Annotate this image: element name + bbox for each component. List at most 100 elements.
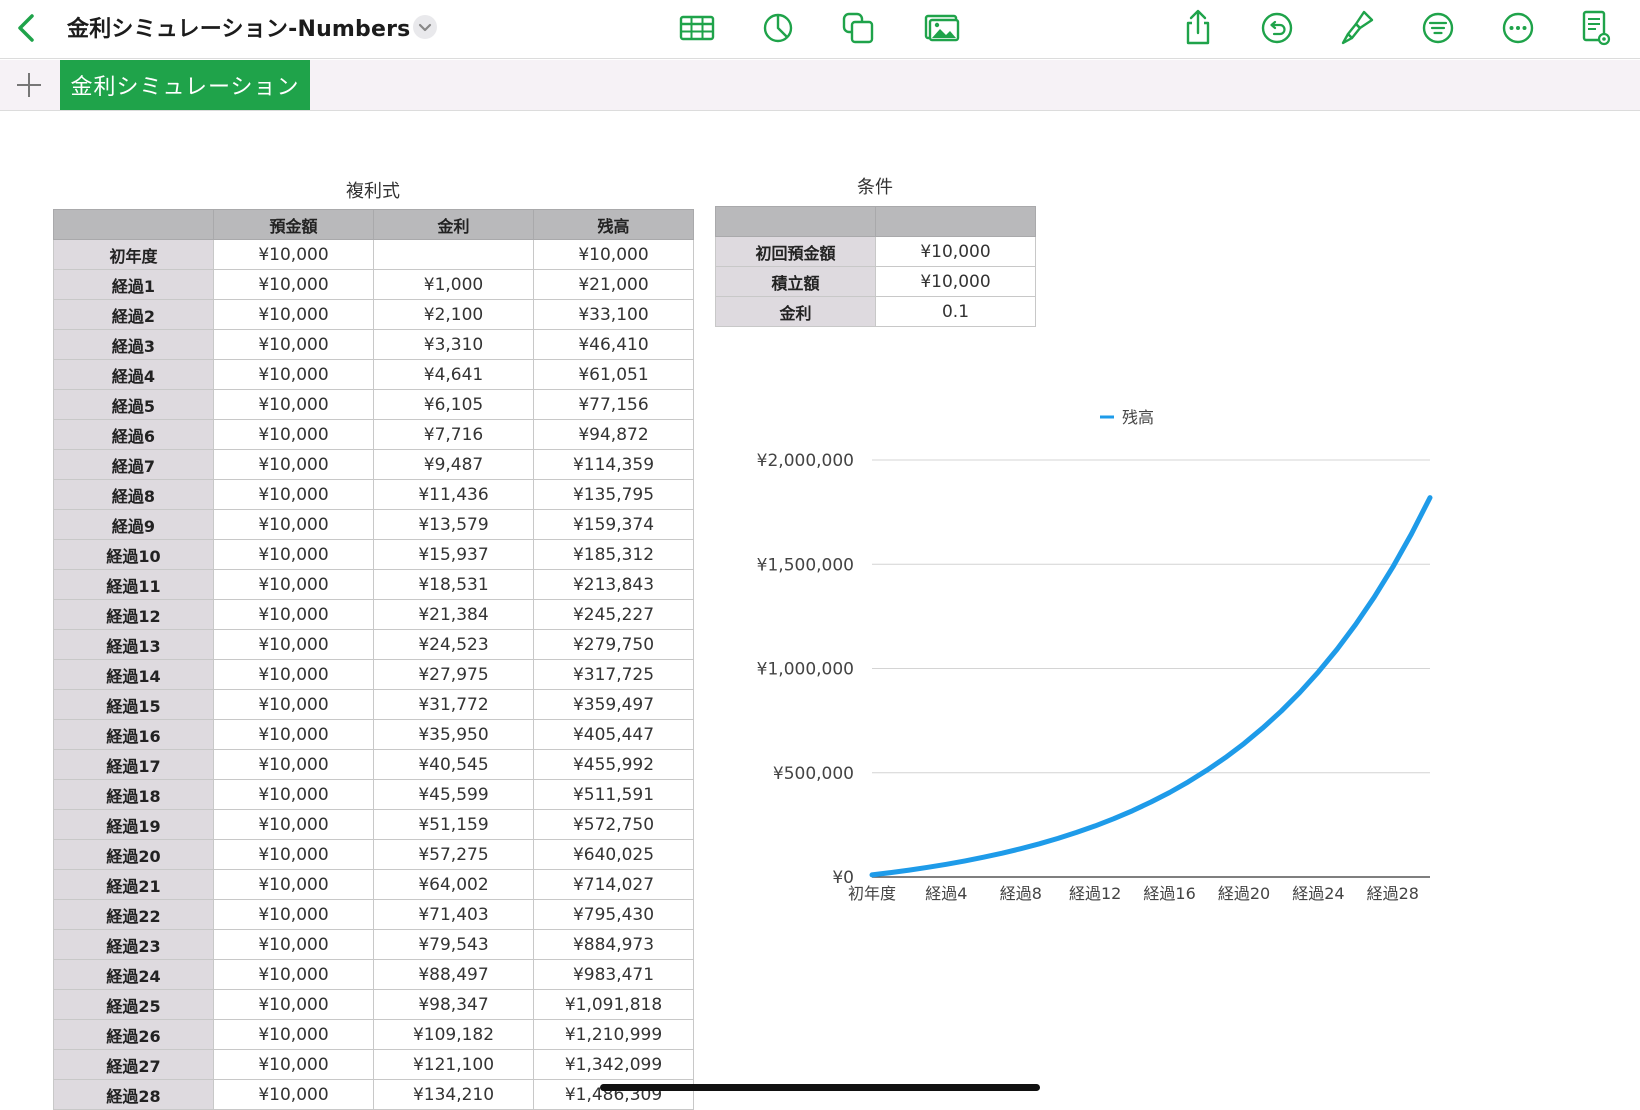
balance-cell[interactable]: ¥94,872 (533, 419, 694, 450)
interest-cell[interactable]: ¥98,347 (373, 989, 534, 1020)
balance-cell[interactable]: ¥77,156 (533, 389, 694, 420)
interest-cell[interactable]: ¥9,487 (373, 449, 534, 480)
deposit-cell[interactable]: ¥10,000 (213, 539, 374, 570)
interest-cell[interactable]: ¥24,523 (373, 629, 534, 660)
interest-cell[interactable]: ¥88,497 (373, 959, 534, 990)
deposit-cell[interactable]: ¥10,000 (213, 299, 374, 330)
balance-cell[interactable]: ¥185,312 (533, 539, 694, 570)
deposit-cell[interactable]: ¥10,000 (213, 269, 374, 300)
header-cell[interactable] (715, 206, 876, 237)
deposit-cell[interactable]: ¥10,000 (213, 509, 374, 540)
row-label-cell[interactable]: 経過15 (53, 689, 214, 720)
row-label-cell[interactable]: 経過10 (53, 539, 214, 570)
row-label-cell[interactable]: 経過21 (53, 869, 214, 900)
deposit-cell[interactable]: ¥10,000 (213, 899, 374, 930)
chart-icon[interactable] (758, 8, 798, 48)
balance-cell[interactable]: ¥10,000 (533, 239, 694, 270)
interest-cell[interactable]: ¥64,002 (373, 869, 534, 900)
balance-cell[interactable]: ¥455,992 (533, 749, 694, 780)
row-label-cell[interactable]: 経過3 (53, 329, 214, 360)
condition-label-cell[interactable]: 金利 (715, 296, 876, 327)
balance-cell[interactable]: ¥33,100 (533, 299, 694, 330)
interest-cell[interactable]: ¥45,599 (373, 779, 534, 810)
row-label-cell[interactable]: 経過2 (53, 299, 214, 330)
row-label-cell[interactable]: 経過12 (53, 599, 214, 630)
share-icon[interactable] (1178, 8, 1218, 48)
row-label-cell[interactable]: 経過26 (53, 1019, 214, 1050)
row-label-cell[interactable]: 経過17 (53, 749, 214, 780)
row-label-cell[interactable]: 経過20 (53, 839, 214, 870)
deposit-cell[interactable]: ¥10,000 (213, 449, 374, 480)
row-label-cell[interactable]: 経過23 (53, 929, 214, 960)
interest-cell[interactable]: ¥1,000 (373, 269, 534, 300)
shape-icon[interactable] (838, 8, 878, 48)
sheet-tab-active[interactable]: 金利シミュレーション (60, 60, 310, 110)
interest-cell[interactable]: ¥13,579 (373, 509, 534, 540)
interest-cell[interactable]: ¥40,545 (373, 749, 534, 780)
more-icon[interactable] (1498, 8, 1538, 48)
balance-cell[interactable]: ¥114,359 (533, 449, 694, 480)
balance-cell[interactable]: ¥359,497 (533, 689, 694, 720)
interest-cell[interactable]: ¥6,105 (373, 389, 534, 420)
interest-cell[interactable]: ¥57,275 (373, 839, 534, 870)
interest-cell[interactable]: ¥27,975 (373, 659, 534, 690)
balance-cell[interactable]: ¥1,091,818 (533, 989, 694, 1020)
interest-cell[interactable]: ¥109,182 (373, 1019, 534, 1050)
back-chevron-icon[interactable] (12, 10, 42, 46)
media-icon[interactable] (922, 8, 962, 48)
balance-cell[interactable]: ¥714,027 (533, 869, 694, 900)
balance-cell[interactable]: ¥317,725 (533, 659, 694, 690)
header-corner-cell[interactable] (53, 209, 214, 240)
balance-cell[interactable]: ¥1,342,099 (533, 1049, 694, 1080)
row-label-cell[interactable]: 初年度 (53, 239, 214, 270)
header-balance[interactable]: 残高 (533, 209, 694, 240)
interest-cell[interactable]: ¥79,543 (373, 929, 534, 960)
deposit-cell[interactable]: ¥10,000 (213, 419, 374, 450)
deposit-cell[interactable]: ¥10,000 (213, 1079, 374, 1110)
deposit-cell[interactable]: ¥10,000 (213, 689, 374, 720)
deposit-cell[interactable]: ¥10,000 (213, 599, 374, 630)
condition-label-cell[interactable]: 初回預金額 (715, 236, 876, 267)
condition-value-cell[interactable]: ¥10,000 (875, 236, 1036, 267)
deposit-cell[interactable]: ¥10,000 (213, 389, 374, 420)
interest-cell[interactable]: ¥7,716 (373, 419, 534, 450)
balance-line-chart[interactable]: ¥0 ¥500,000 ¥1,000,000 ¥1,500,000 ¥2,000,000… (740, 395, 1440, 915)
interest-cell[interactable]: ¥11,436 (373, 479, 534, 510)
interest-cell[interactable]: ¥121,100 (373, 1049, 534, 1080)
row-label-cell[interactable]: 経過13 (53, 629, 214, 660)
deposit-cell[interactable]: ¥10,000 (213, 239, 374, 270)
interest-cell[interactable]: ¥15,937 (373, 539, 534, 570)
balance-cell[interactable]: ¥640,025 (533, 839, 694, 870)
condition-label-cell[interactable]: 積立額 (715, 266, 876, 297)
row-label-cell[interactable]: 経過4 (53, 359, 214, 390)
balance-cell[interactable]: ¥1,210,999 (533, 1019, 694, 1050)
table-icon[interactable] (677, 8, 717, 48)
balance-cell[interactable]: ¥213,843 (533, 569, 694, 600)
document-setup-icon[interactable] (1576, 8, 1616, 48)
deposit-cell[interactable]: ¥10,000 (213, 749, 374, 780)
interest-cell[interactable]: ¥134,210 (373, 1079, 534, 1110)
balance-cell[interactable]: ¥983,471 (533, 959, 694, 990)
balance-cell[interactable]: ¥511,591 (533, 779, 694, 810)
row-label-cell[interactable]: 経過14 (53, 659, 214, 690)
row-label-cell[interactable]: 経過9 (53, 509, 214, 540)
interest-cell[interactable]: ¥71,403 (373, 899, 534, 930)
format-brush-icon[interactable] (1338, 8, 1378, 48)
row-label-cell[interactable]: 経過18 (53, 779, 214, 810)
row-label-cell[interactable]: 経過19 (53, 809, 214, 840)
deposit-cell[interactable]: ¥10,000 (213, 809, 374, 840)
deposit-cell[interactable]: ¥10,000 (213, 569, 374, 600)
interest-cell[interactable]: ¥35,950 (373, 719, 534, 750)
deposit-cell[interactable]: ¥10,000 (213, 989, 374, 1020)
header-deposit[interactable]: 預金額 (213, 209, 374, 240)
undo-icon[interactable] (1257, 8, 1297, 48)
interest-cell[interactable]: ¥4,641 (373, 359, 534, 390)
deposit-cell[interactable]: ¥10,000 (213, 869, 374, 900)
balance-cell[interactable]: ¥159,374 (533, 509, 694, 540)
balance-cell[interactable]: ¥46,410 (533, 329, 694, 360)
deposit-cell[interactable]: ¥10,000 (213, 329, 374, 360)
deposit-cell[interactable]: ¥10,000 (213, 1049, 374, 1080)
balance-cell[interactable]: ¥135,795 (533, 479, 694, 510)
row-label-cell[interactable]: 経過27 (53, 1049, 214, 1080)
deposit-cell[interactable]: ¥10,000 (213, 929, 374, 960)
